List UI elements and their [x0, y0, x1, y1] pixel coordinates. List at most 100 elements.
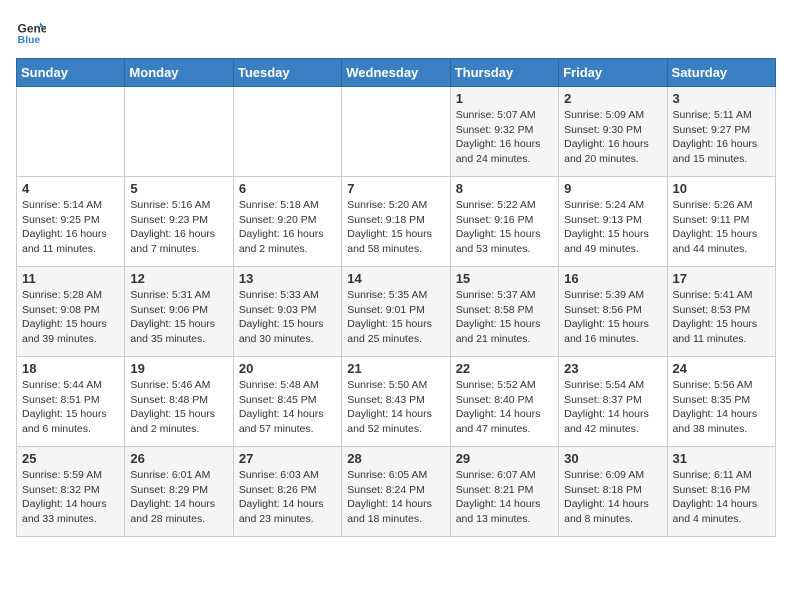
day-number: 12	[130, 271, 227, 286]
day-number: 13	[239, 271, 336, 286]
day-number: 28	[347, 451, 444, 466]
calendar-cell: 21Sunrise: 5:50 AM Sunset: 8:43 PM Dayli…	[342, 357, 450, 447]
calendar-table: SundayMondayTuesdayWednesdayThursdayFrid…	[16, 58, 776, 537]
day-info: Sunrise: 5:56 AM Sunset: 8:35 PM Dayligh…	[673, 378, 770, 437]
calendar-cell: 16 Sunrise: 5:39 AM Sunset: 8:56 PM Dayli…	[559, 267, 667, 357]
day-info: Sunrise: 5:52 AM Sunset: 8:40 PM Dayligh…	[456, 378, 553, 437]
calendar-cell	[17, 87, 125, 177]
calendar-week-1: 1 Sunrise: 5:07 AM Sunset: 9:32 PM Daylig…	[17, 87, 776, 177]
day-info: Sunrise: 5:09 AM Sunset: 9:30 PM Dayligh…	[564, 108, 661, 167]
weekday-header-friday: Friday	[559, 59, 667, 87]
day-info: Sunrise: 5:35 AM Sunset: 9:01 PM Dayligh…	[347, 288, 444, 347]
day-number: 1	[456, 91, 553, 106]
day-number: 19	[130, 361, 227, 376]
day-number: 9	[564, 181, 661, 196]
day-info: Sunrise: 6:07 AM Sunset: 8:21 PM Dayligh…	[456, 468, 553, 527]
calendar-cell: 22Sunrise: 5:52 AM Sunset: 8:40 PM Dayli…	[450, 357, 558, 447]
calendar-cell: 24 Sunrise: 5:56 AM Sunset: 8:35 PM Dayli…	[667, 357, 775, 447]
day-number: 31	[673, 451, 770, 466]
day-number: 16	[564, 271, 661, 286]
calendar-week-3: 11 Sunrise: 5:28 AM Sunset: 9:08 PM Dayli…	[17, 267, 776, 357]
calendar-cell	[233, 87, 341, 177]
day-info: Sunrise: 5:46 AM Sunset: 8:48 PM Dayligh…	[130, 378, 227, 437]
calendar-cell: 19 Sunrise: 5:46 AM Sunset: 8:48 PM Dayli…	[125, 357, 233, 447]
day-number: 7	[347, 181, 444, 196]
weekday-header-tuesday: Tuesday	[233, 59, 341, 87]
day-info: Sunrise: 5:44 AM Sunset: 8:51 PM Dayligh…	[22, 378, 119, 437]
day-info: Sunrise: 5:59 AM Sunset: 8:32 PM Dayligh…	[22, 468, 119, 527]
day-number: 23	[564, 361, 661, 376]
day-number: 15	[456, 271, 553, 286]
day-info: Sunrise: 6:05 AM Sunset: 8:24 PM Dayligh…	[347, 468, 444, 527]
calendar-cell: 29Sunrise: 6:07 AM Sunset: 8:21 PM Dayli…	[450, 447, 558, 537]
day-info: Sunrise: 5:16 AM Sunset: 9:23 PM Dayligh…	[130, 198, 227, 257]
day-info: Sunrise: 5:07 AM Sunset: 9:32 PM Dayligh…	[456, 108, 553, 167]
calendar-cell: 18 Sunrise: 5:44 AM Sunset: 8:51 PM Dayli…	[17, 357, 125, 447]
day-info: Sunrise: 5:54 AM Sunset: 8:37 PM Dayligh…	[564, 378, 661, 437]
day-number: 25	[22, 451, 119, 466]
weekday-header-monday: Monday	[125, 59, 233, 87]
day-info: Sunrise: 5:14 AM Sunset: 9:25 PM Dayligh…	[22, 198, 119, 257]
calendar-cell: 4 Sunrise: 5:14 AM Sunset: 9:25 PM Daylig…	[17, 177, 125, 267]
day-number: 10	[673, 181, 770, 196]
day-info: Sunrise: 6:03 AM Sunset: 8:26 PM Dayligh…	[239, 468, 336, 527]
calendar-cell: 1 Sunrise: 5:07 AM Sunset: 9:32 PM Daylig…	[450, 87, 558, 177]
calendar-cell: 30 Sunrise: 6:09 AM Sunset: 8:18 PM Dayli…	[559, 447, 667, 537]
day-info: Sunrise: 5:18 AM Sunset: 9:20 PM Dayligh…	[239, 198, 336, 257]
day-info: Sunrise: 5:26 AM Sunset: 9:11 PM Dayligh…	[673, 198, 770, 257]
day-number: 11	[22, 271, 119, 286]
calendar-week-4: 18 Sunrise: 5:44 AM Sunset: 8:51 PM Dayli…	[17, 357, 776, 447]
day-number: 20	[239, 361, 336, 376]
svg-text:Blue: Blue	[18, 34, 41, 46]
day-number: 4	[22, 181, 119, 196]
calendar-cell: 14 Sunrise: 5:35 AM Sunset: 9:01 PM Dayli…	[342, 267, 450, 357]
calendar-cell: 7 Sunrise: 5:20 AM Sunset: 9:18 PM Daylig…	[342, 177, 450, 267]
day-info: Sunrise: 5:33 AM Sunset: 9:03 PM Dayligh…	[239, 288, 336, 347]
calendar-week-2: 4 Sunrise: 5:14 AM Sunset: 9:25 PM Daylig…	[17, 177, 776, 267]
day-info: Sunrise: 5:41 AM Sunset: 8:53 PM Dayligh…	[673, 288, 770, 347]
day-number: 24	[673, 361, 770, 376]
day-info: Sunrise: 5:28 AM Sunset: 9:08 PM Dayligh…	[22, 288, 119, 347]
calendar-cell: 5 Sunrise: 5:16 AM Sunset: 9:23 PM Daylig…	[125, 177, 233, 267]
calendar-cell	[125, 87, 233, 177]
weekday-header-wednesday: Wednesday	[342, 59, 450, 87]
calendar-cell: 6 Sunrise: 5:18 AM Sunset: 9:20 PM Daylig…	[233, 177, 341, 267]
day-info: Sunrise: 5:11 AM Sunset: 9:27 PM Dayligh…	[673, 108, 770, 167]
calendar-week-5: 25 Sunrise: 5:59 AM Sunset: 8:32 PM Dayli…	[17, 447, 776, 537]
day-number: 17	[673, 271, 770, 286]
day-number: 27	[239, 451, 336, 466]
logo-icon: General Blue	[16, 16, 46, 46]
day-number: 5	[130, 181, 227, 196]
day-number: 6	[239, 181, 336, 196]
calendar-cell: 27 Sunrise: 6:03 AM Sunset: 8:26 PM Dayli…	[233, 447, 341, 537]
day-info: Sunrise: 5:22 AM Sunset: 9:16 PM Dayligh…	[456, 198, 553, 257]
page-header: General Blue	[16, 16, 776, 46]
day-number: 8	[456, 181, 553, 196]
calendar-cell: 15 Sunrise: 5:37 AM Sunset: 8:58 PM Dayli…	[450, 267, 558, 357]
calendar-body: 1 Sunrise: 5:07 AM Sunset: 9:32 PM Daylig…	[17, 87, 776, 537]
day-info: Sunrise: 6:01 AM Sunset: 8:29 PM Dayligh…	[130, 468, 227, 527]
calendar-cell: 11 Sunrise: 5:28 AM Sunset: 9:08 PM Dayli…	[17, 267, 125, 357]
calendar-cell: 23 Sunrise: 5:54 AM Sunset: 8:37 PM Dayli…	[559, 357, 667, 447]
calendar-cell: 26Sunrise: 6:01 AM Sunset: 8:29 PM Dayli…	[125, 447, 233, 537]
calendar-cell: 20Sunrise: 5:48 AM Sunset: 8:45 PM Dayli…	[233, 357, 341, 447]
day-number: 3	[673, 91, 770, 106]
day-info: Sunrise: 5:37 AM Sunset: 8:58 PM Dayligh…	[456, 288, 553, 347]
weekday-header-sunday: Sunday	[17, 59, 125, 87]
calendar-cell: 10 Sunrise: 5:26 AM Sunset: 9:11 PM Dayli…	[667, 177, 775, 267]
day-number: 21	[347, 361, 444, 376]
calendar-cell	[342, 87, 450, 177]
calendar-cell: 2Sunrise: 5:09 AM Sunset: 9:30 PM Daylig…	[559, 87, 667, 177]
day-info: Sunrise: 5:20 AM Sunset: 9:18 PM Dayligh…	[347, 198, 444, 257]
calendar-cell: 3 Sunrise: 5:11 AM Sunset: 9:27 PM Daylig…	[667, 87, 775, 177]
day-info: Sunrise: 5:39 AM Sunset: 8:56 PM Dayligh…	[564, 288, 661, 347]
calendar-cell: 13 Sunrise: 5:33 AM Sunset: 9:03 PM Dayli…	[233, 267, 341, 357]
day-info: Sunrise: 5:24 AM Sunset: 9:13 PM Dayligh…	[564, 198, 661, 257]
day-number: 30	[564, 451, 661, 466]
calendar-cell: 28 Sunrise: 6:05 AM Sunset: 8:24 PM Dayli…	[342, 447, 450, 537]
weekday-header-saturday: Saturday	[667, 59, 775, 87]
day-number: 14	[347, 271, 444, 286]
day-info: Sunrise: 6:09 AM Sunset: 8:18 PM Dayligh…	[564, 468, 661, 527]
day-info: Sunrise: 6:11 AM Sunset: 8:16 PM Dayligh…	[673, 468, 770, 527]
day-number: 18	[22, 361, 119, 376]
